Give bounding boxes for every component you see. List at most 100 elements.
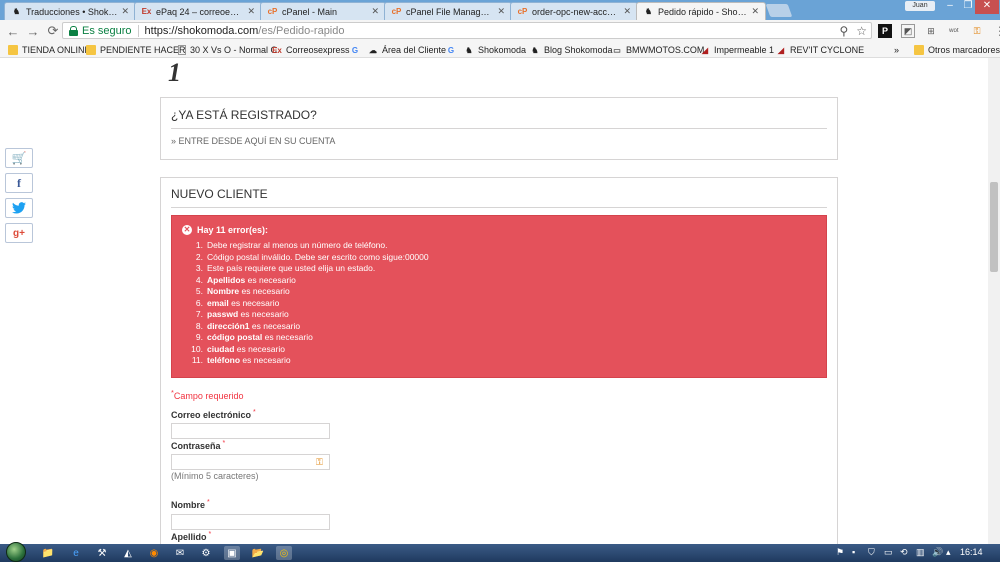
bookmarks-overflow-button[interactable]: » bbox=[894, 44, 899, 56]
error-text: es necesario bbox=[262, 332, 313, 342]
tab-label: Pedido rápido - Shokomoda bbox=[658, 6, 748, 17]
password-field[interactable]: ⚿ bbox=[171, 454, 330, 470]
close-icon[interactable]: ✕ bbox=[751, 6, 759, 17]
page-scrollbar[interactable] bbox=[988, 58, 1000, 544]
email-field[interactable] bbox=[171, 423, 330, 439]
new-tab-button[interactable] bbox=[765, 4, 793, 17]
tray-shield-icon[interactable]: ⛉ bbox=[868, 547, 875, 558]
acrobat-icon[interactable]: ◭ bbox=[120, 546, 136, 560]
bookmark-revit-cyclone[interactable]: ◢ REV'IT CYCLONE bbox=[776, 44, 864, 56]
tray-network-icon[interactable]: ▥ bbox=[916, 547, 925, 558]
start-button[interactable] bbox=[6, 542, 26, 562]
bookmark-30xvso[interactable]: 30 X Vs O - Normal C bbox=[178, 44, 277, 56]
close-icon[interactable]: ✕ bbox=[497, 6, 505, 17]
tray-arrow-icon[interactable]: ▴ bbox=[946, 547, 951, 558]
error-item: 3. Este país requiere que usted elija un … bbox=[186, 263, 429, 275]
step-number: 1 bbox=[168, 58, 181, 87]
reload-icon[interactable]: ⟳ bbox=[44, 22, 62, 40]
chrome-icon[interactable]: ◎ bbox=[276, 546, 292, 560]
close-icon[interactable]: ✕ bbox=[623, 6, 631, 17]
error-field-name: teléfono bbox=[207, 355, 241, 365]
error-field-name: código postal bbox=[207, 332, 263, 342]
error-icon: ✕ bbox=[182, 225, 192, 235]
close-icon[interactable]: ✕ bbox=[121, 6, 129, 17]
volume-icon[interactable]: 🔊 bbox=[932, 547, 943, 558]
window-icon[interactable]: ▣ bbox=[224, 546, 240, 560]
tab-strip: ♞ Traducciones • Shokomoda ✕ Ex ePaq 24 … bbox=[0, 0, 1000, 20]
login-link[interactable]: » ENTRE DESDE AQUÍ EN SU CUENTA bbox=[171, 136, 335, 146]
folder-icon bbox=[8, 45, 18, 55]
network-icon[interactable]: ⚙ bbox=[198, 546, 214, 560]
puzzle-ext-icon[interactable]: ⊞ bbox=[924, 24, 938, 38]
error-number: 7. bbox=[195, 309, 203, 319]
menu-icon[interactable]: ⋮ bbox=[993, 24, 1000, 38]
tab-cpanel-file-manager[interactable]: cP cPanel File Manager v3 ✕ bbox=[384, 2, 512, 20]
error-number: 11. bbox=[191, 355, 203, 365]
close-icon[interactable]: ✕ bbox=[371, 6, 379, 17]
folder-icon[interactable]: 📂 bbox=[250, 546, 266, 560]
bookmark-area-cliente[interactable]: ☁ Área del Cliente bbox=[368, 44, 446, 56]
tray-app-icon[interactable]: ▪ bbox=[852, 547, 855, 557]
back-arrow-icon[interactable]: ← bbox=[4, 22, 22, 40]
zoom-icon[interactable]: ⚲ bbox=[839, 24, 848, 38]
folder-icon bbox=[86, 45, 96, 55]
key-ext-icon[interactable]: ⚿ bbox=[970, 24, 984, 38]
bookmark-correosexpress[interactable]: Ex Correosexpress bbox=[272, 44, 349, 56]
tab-pedido-rapido[interactable]: ♞ Pedido rápido - Shokomoda ✕ bbox=[636, 2, 766, 20]
close-window-button[interactable]: ✕ bbox=[975, 0, 999, 14]
tools-icon[interactable]: ⚒ bbox=[94, 546, 110, 560]
bookmark-tienda-online[interactable]: TIENDA ONLINE bbox=[8, 44, 91, 56]
bookmark-google[interactable]: G bbox=[350, 44, 364, 56]
bookmark-impermeable[interactable]: ◢ Impermeable 1 bbox=[700, 44, 774, 56]
bookmark-otros-marcadores[interactable]: Otros marcadores bbox=[914, 44, 1000, 56]
error-number: 4. bbox=[195, 274, 203, 285]
cpanel-icon: cP bbox=[517, 7, 528, 16]
tab-traducciones[interactable]: ♞ Traducciones • Shokomoda ✕ bbox=[4, 2, 136, 20]
scroll-thumb[interactable] bbox=[990, 182, 998, 272]
key-icon[interactable]: ⚿ bbox=[316, 457, 326, 467]
ie-icon[interactable]: e bbox=[68, 546, 84, 560]
error-text: es necesario bbox=[240, 355, 291, 365]
tab-cpanel-main[interactable]: cP cPanel - Main ✕ bbox=[260, 2, 386, 20]
profile-button[interactable]: Juan bbox=[905, 1, 935, 11]
tray-sync-icon[interactable]: ⟲ bbox=[900, 547, 908, 558]
error-item: 9. código postal es necesario bbox=[186, 332, 429, 344]
pinterest-ext-icon[interactable]: P bbox=[878, 24, 892, 38]
error-text: Debe registrar al menos un número de tel… bbox=[207, 240, 388, 250]
error-number: 5. bbox=[195, 286, 203, 296]
tab-epaq[interactable]: Ex ePaq 24 – correoexpress ✕ bbox=[134, 2, 262, 20]
error-number: 3. bbox=[195, 263, 203, 273]
wot-ext-icon[interactable]: ʷᵒᵗ bbox=[947, 24, 961, 38]
bookmark-shokomoda[interactable]: ♞ Shokomoda bbox=[464, 44, 526, 56]
bookmark-google-2[interactable]: G bbox=[446, 44, 460, 56]
pdf-ext-icon[interactable]: ◩ bbox=[901, 24, 915, 38]
error-list: 1. Debe registrar al menos un número de t… bbox=[186, 240, 429, 367]
tray-flag-icon[interactable]: ⚑ bbox=[836, 547, 844, 558]
cart-icon[interactable]: 🛒 bbox=[5, 148, 33, 168]
bookmark-bmwmotos[interactable]: ▭ BMWMOTOS.COM bbox=[612, 44, 704, 56]
error-item: 5. Nombre es necesario bbox=[186, 286, 429, 298]
tray-monitor-icon[interactable]: ▭ bbox=[884, 547, 893, 558]
page-content: 1 🛒 f g+ ¿YA ESTÁ REGISTRADO? » ENTRE DE… bbox=[0, 58, 988, 544]
tab-order-opc[interactable]: cP order-opc-new-account ✕ bbox=[510, 2, 638, 20]
firstname-field[interactable] bbox=[171, 514, 330, 530]
url-path: /es/Pedido-rapido bbox=[258, 24, 345, 37]
bookmark-label: 30 X Vs O - Normal C bbox=[190, 45, 278, 55]
bookmark-pendiente-hacer[interactable]: PENDIENTE HACER bbox=[86, 44, 186, 56]
facebook-icon[interactable]: f bbox=[5, 173, 33, 193]
close-icon[interactable]: ✕ bbox=[247, 6, 255, 17]
firstname-label: Nombre * bbox=[171, 499, 210, 510]
google-plus-icon[interactable]: g+ bbox=[5, 223, 33, 243]
bookmark-blog-shokomoda[interactable]: ♞ Blog Shokomoda bbox=[530, 44, 612, 56]
firefox-icon[interactable]: ◉ bbox=[146, 546, 162, 560]
outlook-icon[interactable]: ✉ bbox=[172, 546, 188, 560]
error-text: es necesario bbox=[245, 274, 296, 285]
twitter-icon[interactable] bbox=[5, 198, 33, 218]
star-icon[interactable]: ☆ bbox=[856, 24, 867, 38]
error-text: es necesario bbox=[234, 343, 285, 354]
bookmark-label: Shokomoda bbox=[478, 45, 527, 55]
address-bar[interactable]: Es seguro https://shokomoda.com /es/Pedi… bbox=[62, 22, 872, 39]
forward-arrow-icon[interactable]: → bbox=[24, 22, 42, 40]
explorer-icon[interactable]: 📁 bbox=[40, 546, 56, 560]
cpanel-icon: cP bbox=[391, 7, 402, 16]
